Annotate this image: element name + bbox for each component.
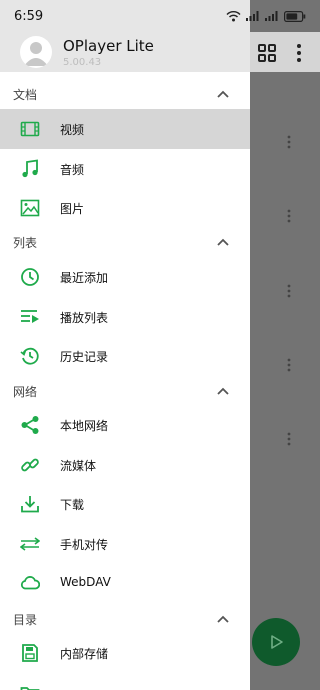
drawer-item-recent[interactable]: 最近添加 xyxy=(0,257,250,297)
avatar[interactable] xyxy=(20,36,52,68)
chevron-up-icon[interactable] xyxy=(216,237,230,247)
drawer-item-label: 最近添加 xyxy=(60,271,109,285)
app-version: 5.00.43 xyxy=(63,57,102,68)
drawer-item-label: 历史记录 xyxy=(60,350,109,364)
more-vertical-icon[interactable] xyxy=(296,43,302,63)
section-label: 文档 xyxy=(13,88,38,102)
share-icon xyxy=(21,416,39,434)
grid-view-icon[interactable] xyxy=(258,44,276,62)
drawer-item-download[interactable]: 下载 xyxy=(0,484,250,524)
signal-icon xyxy=(265,11,278,21)
drawer-item-label: 播放列表 xyxy=(60,311,109,325)
drawer-item-label: 下载 xyxy=(60,498,85,512)
drawer-item-local-network[interactable]: 本地网络 xyxy=(0,405,250,445)
status-bar: 6:59 xyxy=(0,0,320,32)
play-icon xyxy=(271,635,283,649)
status-icons xyxy=(226,10,306,22)
section-label: 网络 xyxy=(13,385,38,399)
section-header-directory[interactable]: 目录 xyxy=(0,605,250,635)
drawer-item-label: WebDAV xyxy=(60,575,111,589)
row-more-icon[interactable] xyxy=(286,358,292,372)
section-header-network[interactable]: 网络 xyxy=(0,377,250,407)
drawer-item-image[interactable]: 图片 xyxy=(0,188,250,228)
drawer-item-history[interactable]: 历史记录 xyxy=(0,336,250,376)
drawer-item-label: 手机对传 xyxy=(60,538,109,552)
user-icon xyxy=(24,42,48,66)
navigation-drawer: OPlayer Lite 5.00.43 文档 视频 音频 图片 列表 最近添加… xyxy=(0,0,250,690)
cloud-icon xyxy=(20,576,40,590)
app-name: OPlayer Lite xyxy=(63,37,154,55)
drawer-item-label: 视频 xyxy=(60,123,85,137)
row-more-icon[interactable] xyxy=(286,135,292,149)
drawer-item-label: 内部存储 xyxy=(60,647,109,661)
play-fab[interactable] xyxy=(252,618,300,666)
sd-card-icon xyxy=(22,644,38,662)
drawer-item-streaming[interactable]: 流媒体 xyxy=(0,445,250,485)
battery-icon xyxy=(284,10,306,22)
image-icon xyxy=(20,199,40,217)
row-more-icon[interactable] xyxy=(286,284,292,298)
chevron-up-icon[interactable] xyxy=(216,614,230,624)
chevron-up-icon[interactable] xyxy=(216,386,230,396)
drawer-item-label: 图片 xyxy=(60,202,85,216)
download-icon xyxy=(21,496,39,513)
drawer-item-label: 本地网络 xyxy=(60,419,109,433)
transfer-icon xyxy=(20,537,40,551)
wifi-icon xyxy=(226,10,241,21)
row-more-icon[interactable] xyxy=(286,432,292,446)
clock-icon xyxy=(21,268,39,286)
drawer-item-phone-transfer[interactable]: 手机对传 xyxy=(0,524,250,564)
playlist-icon xyxy=(21,310,39,323)
row-more-icon[interactable] xyxy=(286,209,292,223)
drawer-item-webdav[interactable]: WebDAV xyxy=(0,563,250,603)
drawer-item-audio[interactable]: 音频 xyxy=(0,149,250,189)
drawer-item-label: 音频 xyxy=(60,163,85,177)
chevron-up-icon[interactable] xyxy=(216,89,230,99)
history-icon xyxy=(20,347,39,365)
section-label: 目录 xyxy=(13,613,38,627)
folder-icon xyxy=(20,687,40,690)
section-label: 列表 xyxy=(13,236,38,250)
drawer-item-video[interactable]: 视频 xyxy=(0,109,250,149)
drawer-item-playlist[interactable]: 播放列表 xyxy=(0,297,250,337)
video-icon xyxy=(20,121,40,137)
section-header-lists[interactable]: 列表 xyxy=(0,228,250,258)
link-icon xyxy=(21,458,39,472)
status-time: 6:59 xyxy=(14,8,44,24)
drawer-item-folder[interactable] xyxy=(0,673,250,690)
music-note-icon xyxy=(22,159,38,178)
drawer-item-internal-storage[interactable]: 内部存储 xyxy=(0,633,250,673)
section-header-documents[interactable]: 文档 xyxy=(0,80,250,110)
signal-icon xyxy=(246,11,259,21)
drawer-item-label: 流媒体 xyxy=(60,459,97,473)
